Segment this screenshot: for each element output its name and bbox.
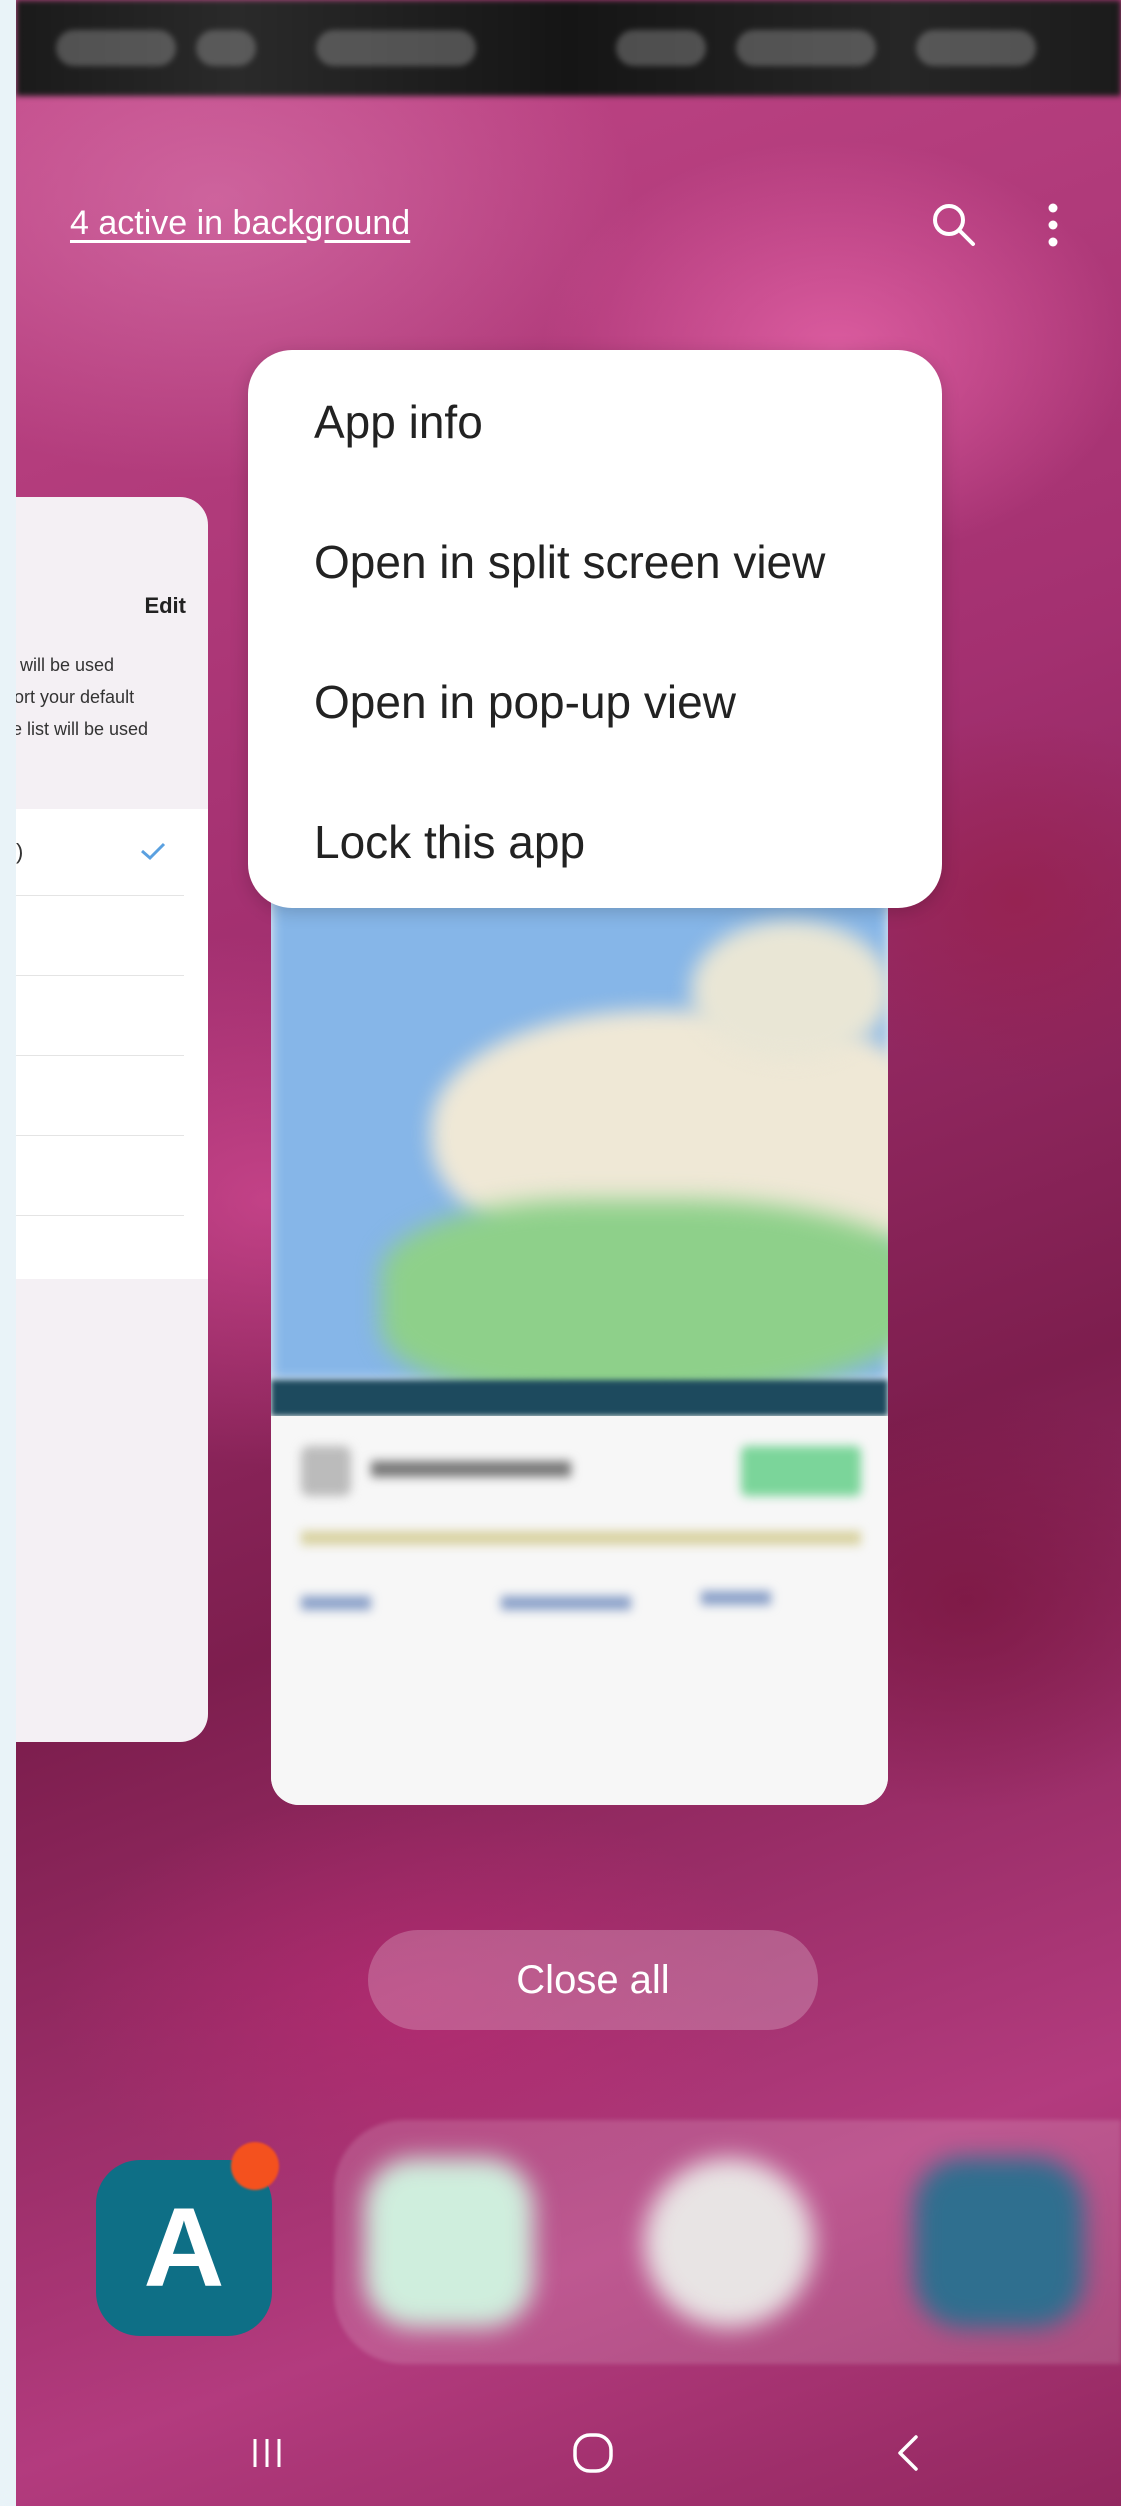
list-divider [16,975,184,976]
map-toolbar [271,1380,888,1416]
menu-item-lock-app[interactable]: Lock this app [314,802,914,882]
card-text-line: will be used [20,655,115,675]
list-divider [16,1215,184,1216]
card-text-line: e list will be used [16,719,149,739]
more-vertical-icon [1048,203,1058,247]
back-button[interactable] [848,2400,968,2506]
map-land [691,920,888,1060]
map-land [381,1200,888,1400]
recent-app-card-settings[interactable]: Edit will be used ort your default e lis… [16,497,208,1742]
status-bar [16,0,1121,96]
dock-app-icon[interactable] [644,2158,814,2328]
list-divider [16,1135,184,1136]
dock-app-icon[interactable] [914,2158,1084,2328]
edit-label: Edit [144,593,186,618]
menu-item-pop-up-view[interactable]: Open in pop-up view [314,662,914,742]
card-list: ) [16,809,208,1279]
background-apps-link[interactable]: 4 active in background [70,204,410,243]
home-icon [573,2433,613,2473]
map-info-panel [271,1416,888,1805]
navigation-bar [16,2400,1121,2506]
check-icon [141,842,166,861]
card-text-line: ort your default [16,687,135,707]
home-button[interactable] [533,2400,653,2506]
list-divider [16,895,184,896]
dock-app-icon[interactable] [364,2158,534,2328]
search-button[interactable] [919,190,989,260]
notification-badge [231,2142,279,2190]
app-context-menu: App info Open in split screen view Open … [248,350,942,908]
close-all-button[interactable]: Close all [368,1930,818,2030]
menu-item-app-info[interactable]: App info [314,382,914,462]
recent-app-card-maps[interactable] [271,860,888,1805]
more-options-button[interactable] [1018,190,1088,260]
recents-icon [253,2439,281,2467]
suggested-apps-dock [334,2120,1121,2364]
recents-screen: 4 active in background Edit will be used… [16,0,1121,2506]
menu-item-split-screen[interactable]: Open in split screen view [314,522,914,602]
recents-button[interactable] [207,2400,327,2506]
back-icon [898,2435,918,2471]
list-divider [16,1055,184,1056]
list-item-text: ) [16,839,24,864]
search-icon [933,204,975,246]
